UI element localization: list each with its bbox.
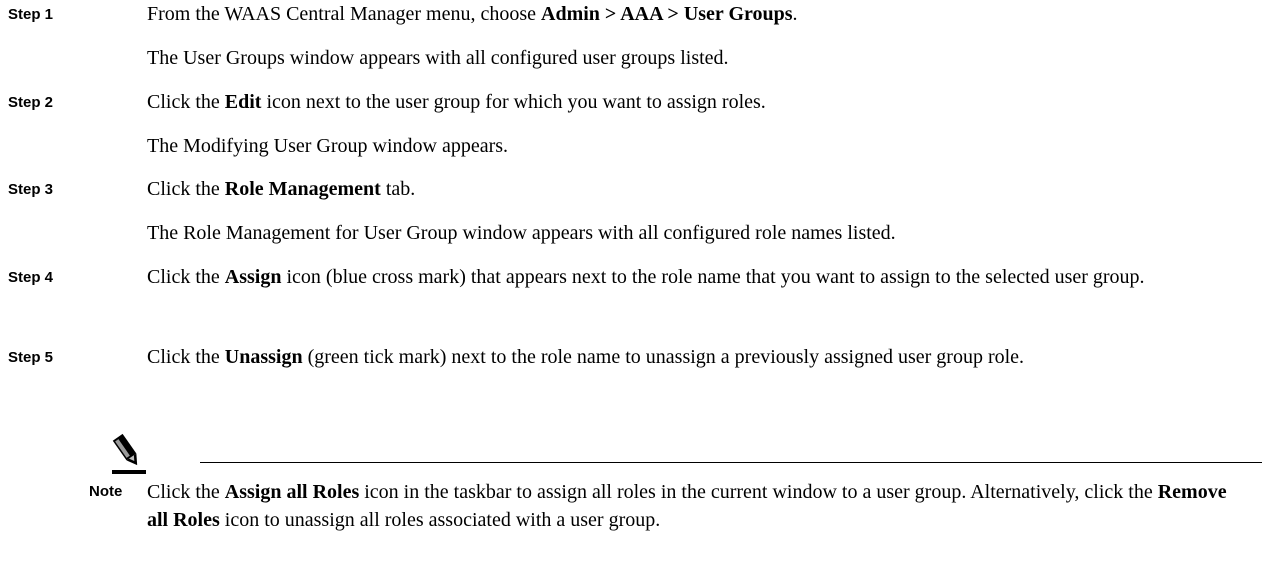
step-3-result: The Role Management for User Group windo… [147, 222, 896, 244]
bold-run: Assign all Roles [224, 481, 360, 503]
bold-run: Unassign [224, 346, 303, 368]
bold-run: Role Management [224, 178, 381, 200]
text-run: icon next to the user group for which yo… [261, 91, 766, 113]
bold-run: Admin > AAA > User Groups [541, 3, 793, 25]
step-1-text: From the WAAS Central Manager menu, choo… [147, 0, 1257, 28]
text-run: Click the [147, 178, 225, 200]
pencil-note-icon [112, 433, 146, 474]
step-4-label: Step 4 [8, 269, 54, 286]
step-5-label: Step 5 [8, 349, 54, 366]
bold-run: Assign [224, 266, 282, 288]
step-3-label: Step 3 [8, 181, 54, 198]
text-run: tab. [380, 178, 416, 200]
text-run: Click the [147, 481, 225, 503]
text-run: . [792, 3, 798, 25]
text-run: (green tick mark) next to the role name … [302, 346, 1025, 368]
text-run: From the WAAS Central Manager menu, choo… [147, 3, 541, 25]
note-text: Click the Assign all Roles icon in the t… [147, 478, 1227, 534]
bold-run: Edit [224, 91, 262, 113]
text-run: Click the [147, 266, 225, 288]
text-run: icon (blue cross mark) that appears next… [281, 266, 1145, 288]
note-label: Note [89, 483, 123, 500]
text-run: Click the [147, 346, 225, 368]
step-1-result: The User Groups window appears with all … [147, 47, 729, 69]
text-run: icon to unassign all roles associated wi… [219, 509, 661, 531]
step-5-text: Click the Unassign (green tick mark) nex… [147, 343, 1257, 371]
step-1-label: Step 1 [8, 6, 54, 23]
step-4-text: Click the Assign icon (blue cross mark) … [147, 263, 1257, 291]
step-2-label: Step 2 [8, 94, 54, 111]
step-2-result: The Modifying User Group window appears. [147, 135, 509, 157]
text-run: Click the [147, 91, 225, 113]
note-divider [200, 462, 1262, 463]
step-3-text: Click the Role Management tab. [147, 175, 1257, 203]
step-2-text: Click the Edit icon next to the user gro… [147, 88, 1257, 116]
text-run: icon in the taskbar to assign all roles … [359, 481, 1158, 503]
